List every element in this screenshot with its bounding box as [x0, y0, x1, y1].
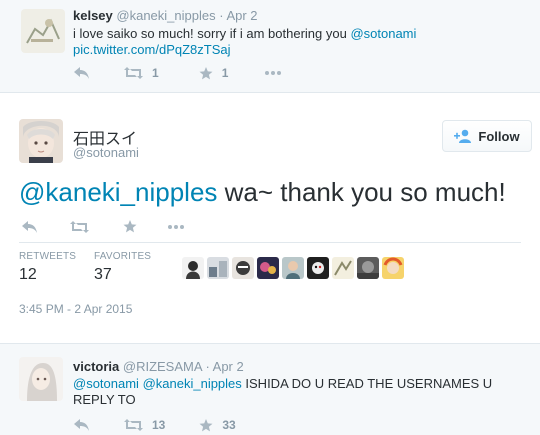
fullname[interactable]: victoria	[73, 359, 119, 374]
divider	[19, 242, 521, 243]
reply-button[interactable]	[74, 419, 90, 431]
retweet-button[interactable]: 13	[124, 418, 165, 432]
favorites-stat[interactable]: FAVORITES 37	[94, 251, 151, 284]
favoriter-avatars	[182, 257, 404, 279]
favoriter-avatar[interactable]	[257, 257, 279, 279]
fullname[interactable]: kelsey	[73, 8, 113, 23]
main-tweet-actions	[22, 220, 213, 233]
retweets-label: RETWEETS	[19, 251, 77, 262]
follow-person-icon	[454, 129, 472, 143]
main-username-line: @sotonami	[73, 145, 139, 160]
tweet-header: victoria @RIZESAMA · Apr 2	[73, 359, 244, 374]
reply-icon	[74, 67, 89, 79]
tweet-actions: 1 1	[74, 66, 310, 80]
tweet-actions: 13 33	[74, 418, 266, 432]
retweet-icon	[124, 419, 143, 431]
reply-icon	[22, 220, 37, 233]
favoriter-avatar[interactable]	[357, 257, 379, 279]
follow-button[interactable]: Follow	[442, 120, 532, 152]
tweet-text: @sotonami @kaneki_nipples ISHIDA DO U RE…	[73, 376, 528, 408]
favorite-button[interactable]: 1	[199, 66, 229, 80]
avatar[interactable]	[21, 9, 65, 53]
main-tweet-text: @kaneki_nipples wa~ thank you so much!	[19, 176, 506, 208]
reply-icon	[74, 419, 89, 431]
mention-link[interactable]: @kaneki_nipples	[19, 177, 217, 207]
favoriter-avatar[interactable]	[182, 257, 204, 279]
mention-link[interactable]: @sotonami	[73, 376, 139, 391]
tweet-header: kelsey @kaneki_nipples · Apr 2	[73, 8, 258, 23]
tweet-text-body: i love saiko so much! sorry if i am both…	[73, 26, 351, 41]
more-icon	[168, 224, 184, 229]
follow-label: Follow	[478, 128, 520, 144]
username[interactable]: @sotonami	[73, 145, 139, 160]
more-button[interactable]	[167, 224, 185, 230]
more-button[interactable]	[264, 70, 282, 76]
retweet-button[interactable]	[70, 220, 89, 233]
favorites-count: 37	[94, 266, 112, 283]
favorite-count: 33	[222, 418, 236, 432]
favoriter-avatar[interactable]	[382, 257, 404, 279]
username[interactable]: @kaneki_nipples	[116, 8, 215, 23]
retweet-icon	[70, 220, 89, 233]
avatar[interactable]	[19, 357, 63, 401]
retweet-icon	[124, 67, 143, 79]
username[interactable]: @RIZESAMA	[123, 359, 202, 374]
reply-button[interactable]	[74, 67, 90, 79]
retweets-stat[interactable]: RETWEETS 12	[19, 251, 76, 284]
favoriter-avatar[interactable]	[232, 257, 254, 279]
favoriter-avatar[interactable]	[207, 257, 229, 279]
tweet-text-body: wa~ thank you so much!	[217, 177, 506, 207]
favorite-icon	[123, 220, 137, 233]
more-icon	[265, 71, 282, 75]
reply-tweet-kelsey[interactable]: kelsey @kaneki_nipples · Apr 2 i love sa…	[0, 0, 540, 93]
mention-link[interactable]: @kaneki_nipples	[143, 376, 242, 391]
retweet-count: 1	[152, 66, 159, 80]
tweet-text: i love saiko so much! sorry if i am both…	[73, 26, 416, 58]
retweet-button[interactable]: 1	[124, 66, 159, 80]
retweets-count: 12	[19, 266, 37, 283]
retweet-count: 13	[152, 418, 166, 432]
tweet-time[interactable]: · Apr 2	[219, 8, 257, 23]
favoriter-avatar[interactable]	[332, 257, 354, 279]
favoriter-avatar[interactable]	[307, 257, 329, 279]
favorite-icon	[199, 66, 213, 79]
avatar[interactable]	[19, 119, 63, 163]
favorite-icon	[199, 418, 213, 431]
favorite-button[interactable]: 33	[199, 418, 236, 432]
tweet-time[interactable]: · Apr 2	[205, 359, 243, 374]
tweet-timestamp[interactable]: 3:45 PM - 2 Apr 2015	[19, 302, 132, 316]
favorite-count: 1	[221, 66, 229, 80]
reply-button[interactable]	[22, 220, 38, 233]
favoriter-avatar[interactable]	[282, 257, 304, 279]
pic-link[interactable]: pic.twitter.com/dPqZ8zTSaj	[73, 42, 231, 57]
mention-link[interactable]: @sotonami	[350, 26, 416, 41]
favorites-label: FAVORITES	[94, 251, 152, 262]
favorite-button[interactable]	[123, 220, 137, 233]
